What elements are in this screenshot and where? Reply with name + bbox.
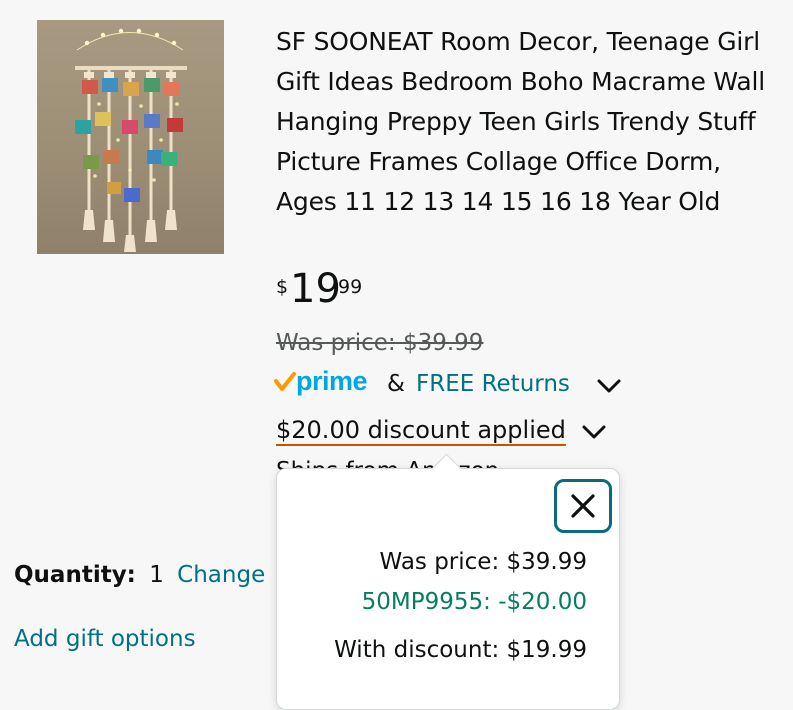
- quantity-value: 1: [149, 562, 164, 588]
- discount-popover: Was price: $39.99 50MP9955: -$20.00 With…: [276, 453, 620, 710]
- price-symbol: $: [276, 276, 289, 298]
- chevron-down-icon[interactable]: [596, 378, 622, 394]
- popover-with-discount: With discount: $19.99: [334, 637, 587, 663]
- free-returns-link[interactable]: FREE Returns: [416, 371, 570, 397]
- product-title[interactable]: SF SOONEAT Room Decor, Teenage Girl Gift…: [276, 22, 781, 222]
- price-whole: 19: [290, 266, 341, 312]
- popover-was-price: Was price: $39.99: [379, 549, 587, 575]
- quantity-label: Quantity:: [14, 562, 136, 588]
- prime-logo: prime: [296, 366, 368, 396]
- discount-applied-label[interactable]: $20.00 discount applied: [276, 416, 566, 444]
- discount-applied-toggle[interactable]: $20.00 discount applied: [276, 416, 607, 444]
- price-fraction: 99: [338, 276, 363, 298]
- prime-ampersand: &: [387, 371, 405, 397]
- quantity-change-link[interactable]: Change: [177, 562, 265, 588]
- chevron-down-icon[interactable]: [581, 424, 607, 440]
- popover-coupon-discount: 50MP9955: -$20.00: [361, 589, 587, 615]
- prime-check-icon: [274, 372, 296, 391]
- product-image[interactable]: [37, 20, 224, 254]
- close-icon[interactable]: [570, 493, 596, 519]
- quantity-row: Quantity: 1 Change: [14, 562, 265, 588]
- close-button[interactable]: [554, 479, 612, 533]
- was-price: Was price: $39.99: [276, 330, 484, 356]
- macrame-wall-hanging-illustration: [75, 28, 187, 252]
- add-gift-options-link[interactable]: Add gift options: [14, 626, 196, 652]
